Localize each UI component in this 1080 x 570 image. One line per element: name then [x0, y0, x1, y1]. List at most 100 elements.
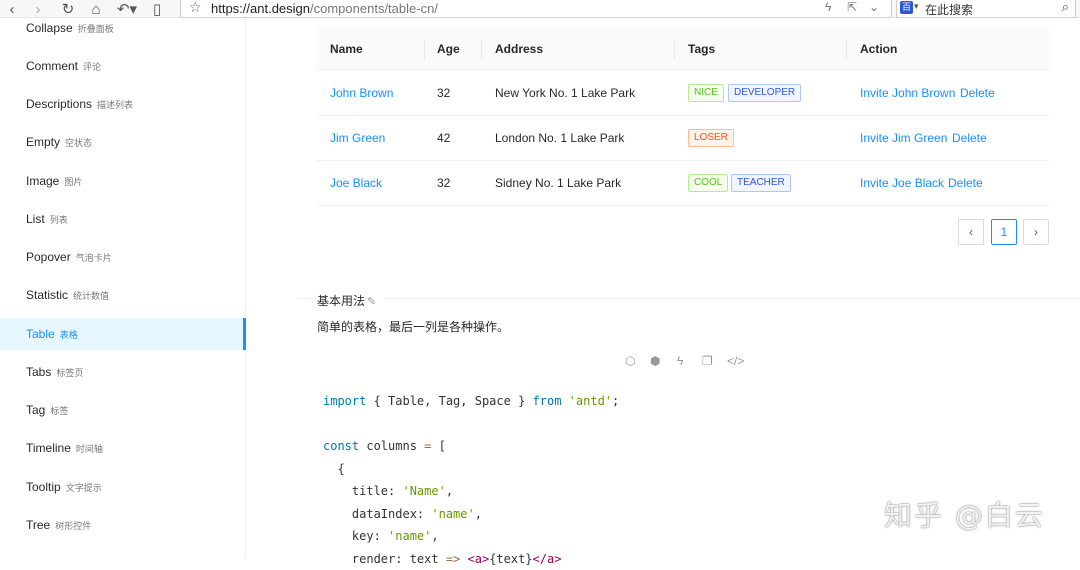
- main-content: Name Age Address Tags Action John Brown …: [247, 18, 1080, 558]
- sidebar-item-cn: 树形控件: [55, 519, 91, 532]
- engine-caret-icon[interactable]: ▾: [914, 1, 919, 12]
- sidebar-item-empty[interactable]: Empty空状态: [0, 126, 246, 158]
- name-link[interactable]: Joe Black: [330, 176, 382, 190]
- sidebar-item-descriptions[interactable]: Descriptions描述列表: [0, 88, 246, 120]
- sidebar-item-label: Tabs: [26, 365, 51, 379]
- prev-page-button[interactable]: ‹: [958, 219, 984, 245]
- sidebar-item-tabs[interactable]: Tabs 标签页: [0, 356, 246, 388]
- tag-badge: NICE: [688, 84, 724, 102]
- age-cell: 32: [437, 176, 450, 190]
- column-separator: [424, 41, 425, 59]
- code-line: title: 'Name',: [323, 480, 619, 503]
- sidebar-item-comment[interactable]: Comment评论: [0, 50, 246, 82]
- table-header: Name Age Address Tags Action: [317, 28, 1049, 70]
- codepen-icon[interactable]: ⬢: [650, 354, 660, 368]
- code-line: [323, 413, 619, 436]
- next-page-button[interactable]: ›: [1023, 219, 1049, 245]
- edit-icon[interactable]: ✎: [367, 296, 376, 308]
- sidebar-item-cn: 折叠面板: [78, 22, 114, 35]
- invite-link[interactable]: Invite Joe Black: [860, 176, 944, 190]
- sidebar-item-label: Tree: [26, 518, 50, 532]
- section-divider: [297, 298, 1080, 299]
- column-header-age: Age: [437, 42, 460, 56]
- address-bar[interactable]: ☆ https://ant.design/components/table-cn…: [180, 0, 892, 18]
- browser-search[interactable]: 百 ▾ 在此搜索 ⌕: [896, 0, 1076, 18]
- dropdown-chevron-icon[interactable]: ⌄: [869, 0, 879, 14]
- sidebar-item-cn: 文字提示: [66, 481, 102, 494]
- invite-link[interactable]: Invite Jim Green: [860, 131, 947, 145]
- code-line: import { Table, Tag, Space } from 'antd'…: [323, 390, 619, 413]
- delete-link[interactable]: Delete: [960, 86, 995, 100]
- code-token: {text}: [489, 552, 532, 566]
- sidebar-item-cn: 气泡卡片: [76, 251, 112, 264]
- tag-badge: TEACHER: [731, 174, 791, 192]
- sidebar-item-list[interactable]: List列表: [0, 203, 246, 235]
- sidebar-item-statistic[interactable]: Statistic 统计数值: [0, 279, 246, 311]
- demo-title-text: 基本用法: [317, 294, 365, 308]
- sidebar-item-popover[interactable]: Popover 气泡卡片: [0, 241, 246, 273]
- code-token: columns: [359, 439, 424, 453]
- sidebar-item-collapse[interactable]: Collapse折叠面板: [0, 12, 246, 44]
- page-1-button[interactable]: 1: [991, 219, 1017, 245]
- invite-link[interactable]: Invite John Brown: [860, 86, 955, 100]
- sidebar-item-table[interactable]: Table表格: [0, 318, 246, 350]
- sidebar-item-label: List: [26, 212, 45, 226]
- delete-link[interactable]: Delete: [952, 131, 987, 145]
- sidebar-item-label: Timeline: [26, 441, 71, 455]
- column-separator: [846, 41, 847, 59]
- sidebar-item-label: Tooltip: [26, 480, 61, 494]
- sidebar-menu: Collapse折叠面板 Comment评论 Descriptions描述列表 …: [0, 18, 246, 558]
- demo-description: 简单的表格，最后一列是各种操作。: [317, 318, 509, 335]
- code-token: render: text: [323, 552, 446, 566]
- sidebar-item-cn: 描述列表: [97, 98, 133, 111]
- address-cell: London No. 1 Lake Park: [495, 131, 624, 145]
- sidebar-item-tooltip[interactable]: Tooltip 文字提示: [0, 471, 246, 503]
- address-cell: Sidney No. 1 Lake Park: [495, 176, 621, 190]
- lightning-icon[interactable]: ϟ: [825, 0, 831, 14]
- sidebar-item-image[interactable]: Image图片: [0, 165, 246, 197]
- code-token: 'antd': [569, 394, 612, 408]
- search-input[interactable]: 在此搜索: [925, 1, 973, 18]
- sidebar-item-cn: 表格: [60, 328, 78, 341]
- code-token: ,: [431, 529, 438, 543]
- code-block[interactable]: import { Table, Tag, Space } from 'antd'…: [323, 390, 619, 570]
- copy-icon[interactable]: ❐: [702, 354, 713, 368]
- sidebar-item-label: Empty: [26, 135, 60, 149]
- search-engine-icon[interactable]: 百: [900, 1, 913, 14]
- codesandbox-icon[interactable]: ⬡: [625, 354, 635, 368]
- code-line: key: 'name',: [323, 525, 619, 548]
- sidebar-item-tag[interactable]: Tag标签: [0, 394, 246, 426]
- sidebar-item-cn: 时间轴: [76, 442, 103, 455]
- sidebar-item-label: Image: [26, 174, 59, 188]
- name-link[interactable]: Jim Green: [330, 131, 385, 145]
- delete-link[interactable]: Delete: [948, 176, 983, 190]
- address-cell: New York No. 1 Lake Park: [495, 86, 635, 100]
- column-header-action: Action: [860, 42, 897, 56]
- code-token: dataIndex:: [323, 507, 431, 521]
- sidebar-item-label: Comment: [26, 59, 78, 73]
- sidebar-item-cn: 标签页: [56, 366, 83, 379]
- code-token: from: [533, 394, 562, 408]
- column-separator: [674, 41, 675, 59]
- sidebar-item-label: Popover: [26, 250, 71, 264]
- code-token: ;: [612, 394, 619, 408]
- code-line: {: [323, 458, 619, 481]
- code-token: ,: [475, 507, 482, 521]
- share-icon[interactable]: ⇱: [847, 0, 857, 14]
- url-path: /components/table-cn/: [310, 1, 438, 16]
- code-token: title:: [323, 484, 402, 498]
- sidebar-item-timeline[interactable]: Timeline 时间轴: [0, 432, 246, 464]
- expand-code-icon[interactable]: </>: [727, 354, 744, 368]
- sidebar-item-cn: 统计数值: [73, 289, 109, 302]
- sidebar-item-label: Statistic: [26, 288, 68, 302]
- code-token: { Table, Tag, Space }: [366, 394, 532, 408]
- code-token: 'Name': [402, 484, 445, 498]
- search-icon[interactable]: ⌕: [1062, 0, 1069, 15]
- sidebar-item-tree[interactable]: Tree 树形控件: [0, 509, 246, 541]
- age-cell: 32: [437, 86, 450, 100]
- code-token: 'name': [431, 507, 474, 521]
- code-token: ,: [446, 484, 453, 498]
- riddle-icon[interactable]: ϟ: [677, 354, 683, 368]
- code-line: dataIndex: 'name',: [323, 503, 619, 526]
- name-link[interactable]: John Brown: [330, 86, 393, 100]
